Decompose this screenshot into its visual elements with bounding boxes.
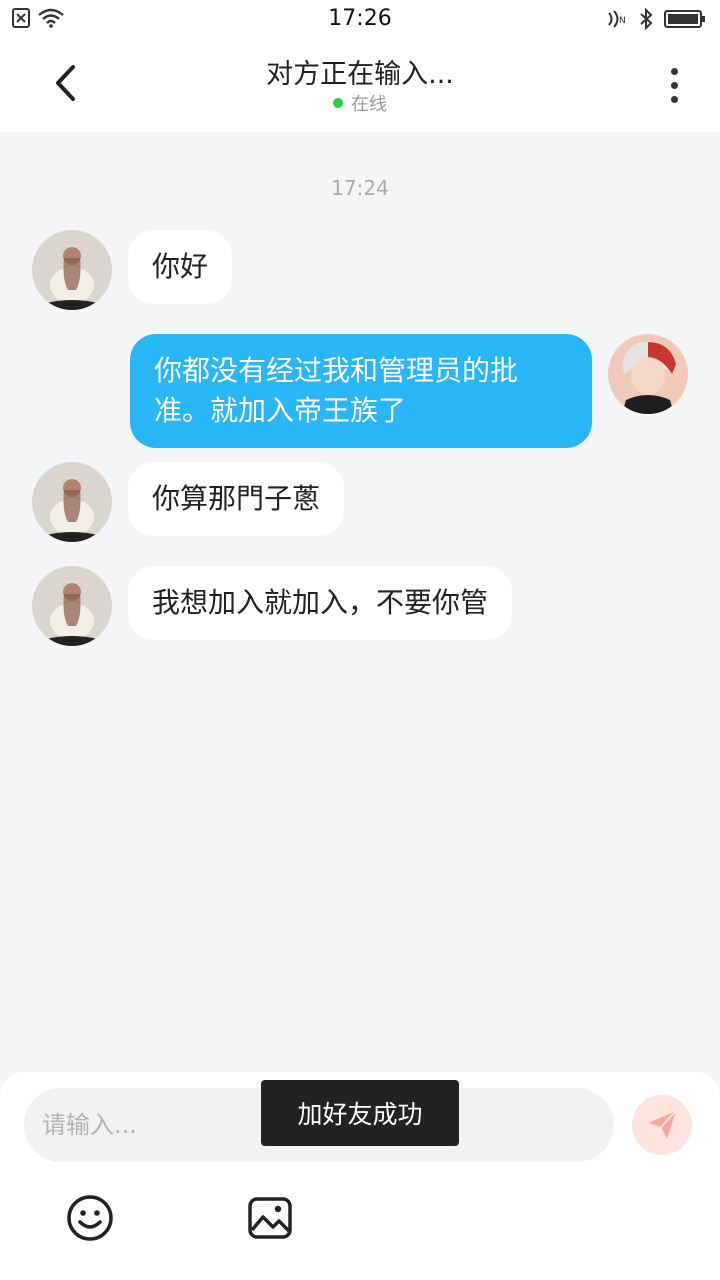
nfc-icon: N	[608, 10, 626, 28]
emoji-button[interactable]	[66, 1194, 114, 1242]
more-dot-icon	[670, 67, 678, 75]
message-bubble[interactable]: 我想加入就加入，不要你管	[128, 566, 513, 640]
contact-avatar-image	[32, 462, 112, 542]
message-incoming: 你好	[32, 230, 233, 310]
chat-area[interactable]: 17:24 你好 你都没有经过我和管理员的批准。就加入帝王族了 你算那門子蔥 我…	[0, 132, 720, 1072]
more-dot-icon	[670, 95, 678, 103]
contact-avatar[interactable]	[32, 566, 112, 646]
message-bubble[interactable]: 你都没有经过我和管理员的批准。就加入帝王族了	[130, 334, 592, 448]
battery-icon	[664, 10, 705, 28]
message-incoming: 你算那門子蔥	[32, 462, 345, 542]
message-bubble[interactable]: 你好	[128, 230, 233, 304]
more-button[interactable]	[654, 60, 694, 110]
toast-message: 加好友成功	[261, 1080, 459, 1146]
contact-avatar-image	[32, 566, 112, 646]
message-incoming: 我想加入就加入，不要你管	[32, 566, 513, 646]
page-title: 对方正在输入...	[266, 59, 454, 90]
my-avatar-image	[608, 334, 688, 414]
my-avatar[interactable]	[608, 334, 688, 414]
message-outgoing: 你都没有经过我和管理员的批准。就加入帝王族了	[130, 334, 688, 448]
image-icon	[248, 1197, 292, 1239]
contact-avatar[interactable]	[32, 462, 112, 542]
send-button[interactable]	[632, 1095, 692, 1155]
chat-timestamp: 17:24	[331, 176, 389, 200]
send-icon	[648, 1110, 677, 1139]
online-status: 在线	[0, 90, 720, 116]
more-dot-icon	[670, 81, 678, 89]
contact-avatar[interactable]	[32, 230, 112, 310]
contact-avatar-image	[32, 230, 112, 310]
chat-header: 对方正在输入... 在线	[0, 38, 720, 132]
message-bubble[interactable]: 你算那門子蔥	[128, 462, 345, 536]
image-button[interactable]	[246, 1194, 294, 1242]
svg-text:N: N	[619, 16, 626, 26]
online-dot-icon	[333, 98, 343, 108]
status-bar: 17:26 N	[0, 0, 720, 38]
bluetooth-icon	[640, 8, 653, 30]
online-status-label: 在线	[351, 94, 387, 115]
status-bar-right: N	[606, 8, 706, 30]
emoji-icon	[67, 1195, 113, 1241]
